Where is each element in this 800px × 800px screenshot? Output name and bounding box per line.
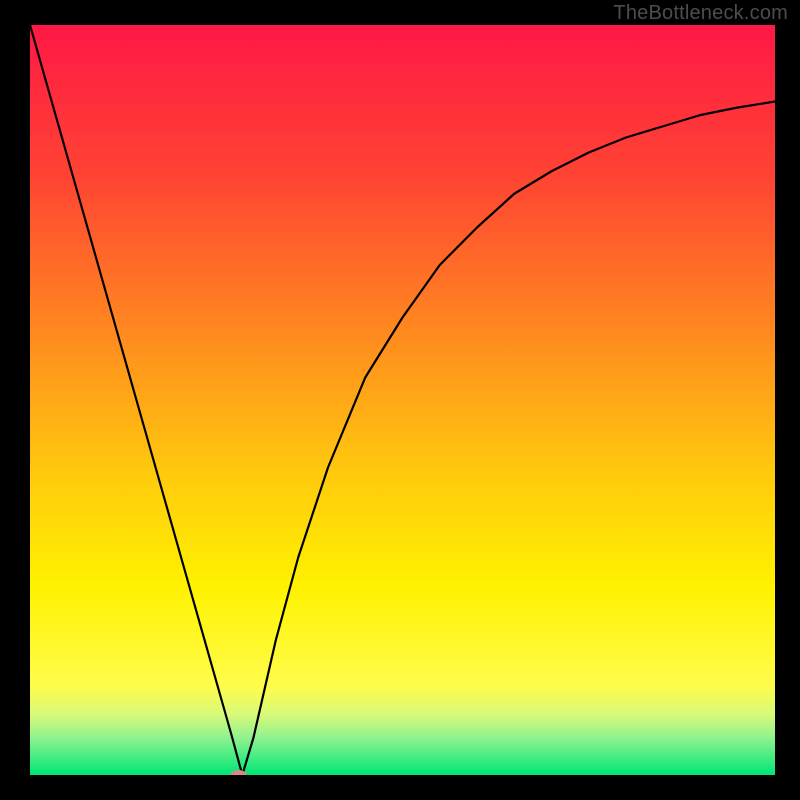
bottleneck-chart: [0, 0, 800, 800]
minimum-marker: [231, 770, 247, 780]
chart-frame: TheBottleneck.com: [0, 0, 800, 800]
watermark-text: TheBottleneck.com: [613, 2, 788, 25]
chart-background: [30, 25, 775, 775]
